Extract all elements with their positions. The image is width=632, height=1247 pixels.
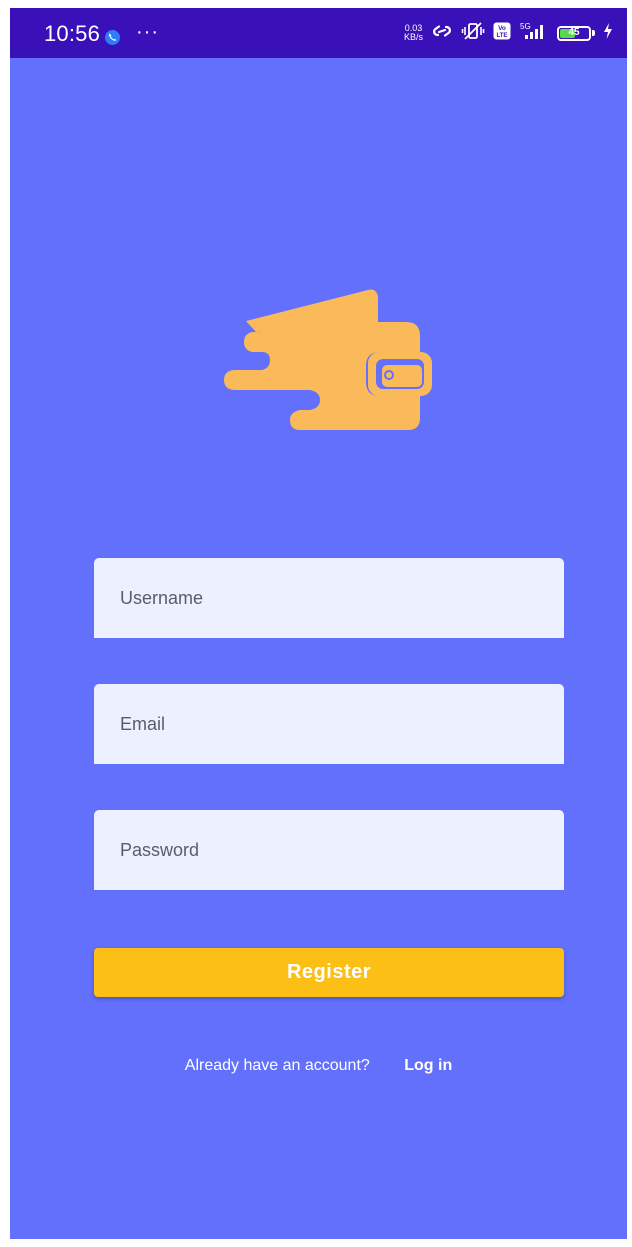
battery-level: 45 [568,26,580,38]
network-speed: 0.03 KB/s [404,24,423,42]
hotspot-link-icon [431,21,453,46]
signal-icon: 5G [519,21,549,46]
svg-text:LTE: LTE [497,33,508,39]
vibrate-icon [461,21,485,46]
email-field[interactable] [94,684,564,764]
password-input[interactable] [94,810,564,890]
more-notifications-icon: ··· [136,21,159,43]
status-bar: 10:56 ··· 0.03 KB/s Vo LTE 5G 45 [10,8,627,58]
status-icons: 0.03 KB/s Vo LTE 5G 45 [404,18,613,48]
already-have-account-text: Already have an account? [184,1057,370,1074]
password-field[interactable] [94,810,564,890]
register-button[interactable]: Register [94,948,564,997]
email-input[interactable] [94,684,564,764]
login-link[interactable]: Log in [404,1057,452,1074]
volte-icon: Vo LTE [493,22,511,45]
network-speed-unit: KB/s [403,32,423,42]
svg-text:Vo: Vo [498,25,506,32]
battery-tip [592,30,595,36]
charging-icon [603,22,613,44]
wallet-logo-icon [222,286,434,437]
battery-icon: 45 [557,25,591,41]
network-type-label: 5G [520,22,531,31]
app-screen: 10:56 ··· 0.03 KB/s Vo LTE 5G 45 Usernam… [10,8,627,1239]
status-time: 10:56 [44,21,101,46]
login-prompt-row: Already have an account? Log in [10,1057,627,1075]
username-field[interactable] [94,558,564,638]
username-input[interactable] [94,558,564,638]
call-icon [105,30,120,45]
